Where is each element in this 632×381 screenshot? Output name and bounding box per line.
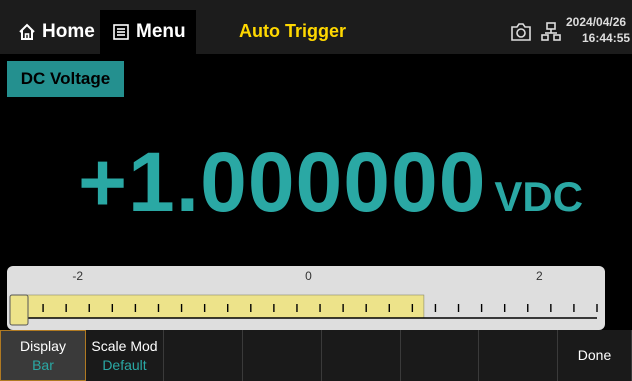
softkey-value: Bar <box>32 356 54 373</box>
softkey-2[interactable]: Scale Mod Default <box>86 330 164 381</box>
softkey-value: Default <box>102 356 147 373</box>
softkey-bar: Display Bar Scale Mod Default Done <box>0 330 632 381</box>
camera-icon[interactable] <box>510 22 532 42</box>
measurement-reading: +1.000000 VDC <box>78 134 583 234</box>
softkey-7[interactable] <box>479 330 558 381</box>
scale-label: 2 <box>536 269 543 283</box>
bar-graph: -2 0 2 <box>9 269 598 326</box>
bar-graph-panel: -2 0 2 <box>7 266 605 330</box>
function-label: DC Voltage <box>7 61 124 97</box>
reading-value: +1.000000 <box>78 135 487 229</box>
bar-start-marker <box>9 294 29 326</box>
home-icon <box>19 23 35 40</box>
softkey-5[interactable] <box>322 330 401 381</box>
softkey-label: Done <box>577 347 612 363</box>
network-icon <box>541 22 561 41</box>
date-display: 2024/04/26 <box>566 15 627 29</box>
menu-icon <box>113 24 129 40</box>
home-button[interactable]: Home <box>8 10 98 54</box>
softkey-label: Scale Mod <box>91 337 158 354</box>
softkey-4[interactable] <box>243 330 322 381</box>
top-bar: Home Menu Auto Trigger 2024/04/26 16:44:… <box>0 0 632 54</box>
softkey-8[interactable]: Done <box>558 330 632 381</box>
softkey-label: Display <box>20 337 66 354</box>
menu-button[interactable]: Menu <box>100 10 196 54</box>
menu-label: Menu <box>136 21 186 42</box>
scale-label: -2 <box>72 269 83 283</box>
scale-label: 0 <box>305 269 312 283</box>
softkey-6[interactable] <box>401 330 479 381</box>
time-display: 16:44:55 <box>582 31 631 45</box>
trigger-mode-title: Auto Trigger <box>239 21 346 41</box>
reading-unit: VDC <box>494 173 584 220</box>
softkey-1[interactable]: Display Bar <box>0 330 86 381</box>
bar-fill <box>21 294 425 319</box>
softkey-3[interactable] <box>164 330 243 381</box>
home-label: Home <box>42 21 95 42</box>
